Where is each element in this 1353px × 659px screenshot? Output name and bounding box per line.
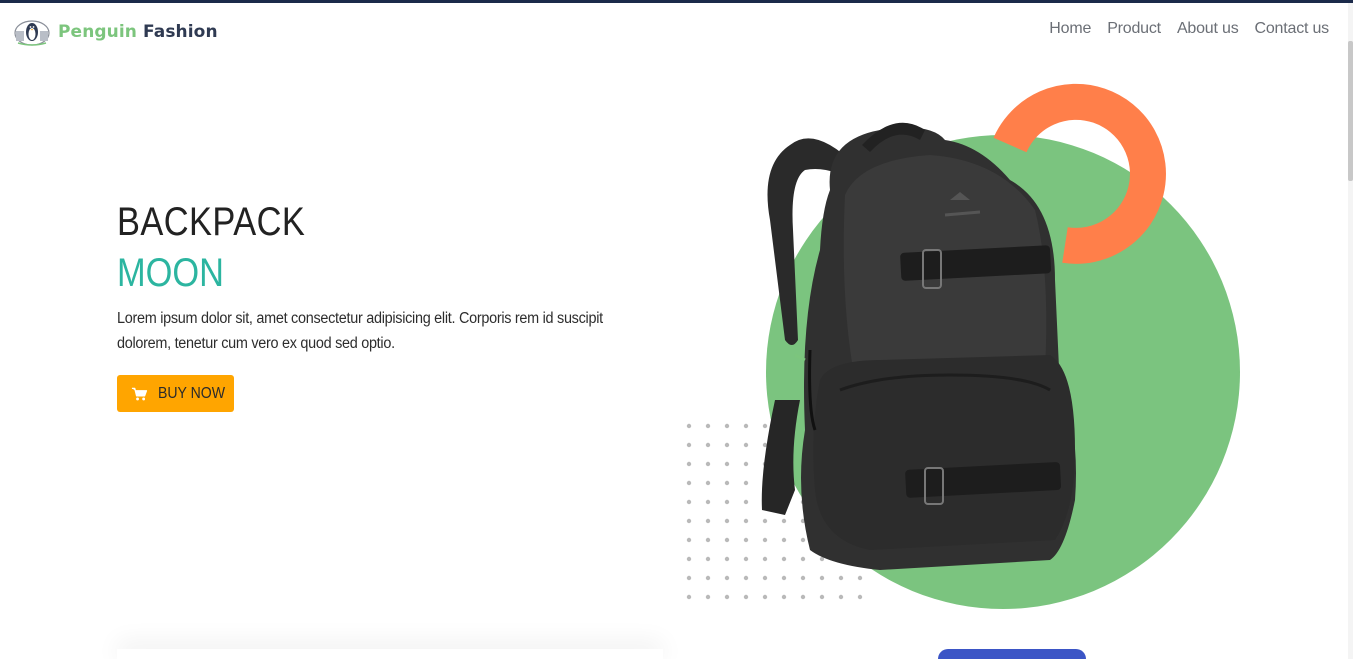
brand-name: Penguin Fashion: [58, 22, 218, 42]
buy-now-button[interactable]: BUY NOW: [117, 375, 234, 412]
dot: [686, 537, 692, 543]
dot: [781, 537, 787, 543]
nav-link-about-us[interactable]: About us: [1177, 20, 1239, 38]
hero-subtitle: MOON: [117, 251, 225, 295]
dot: [724, 499, 730, 505]
dot: [724, 480, 730, 486]
dot: [762, 537, 768, 543]
dot: [743, 518, 749, 524]
dot: [705, 461, 711, 467]
dot: [705, 499, 711, 505]
brand-name-part1: Penguin: [58, 22, 137, 42]
nav-link-contact-us[interactable]: Contact us: [1255, 20, 1330, 38]
brand[interactable]: Penguin Fashion: [12, 17, 218, 47]
dot: [705, 575, 711, 581]
dot: [686, 499, 692, 505]
bottom-card: [117, 649, 663, 659]
dot: [743, 537, 749, 543]
dot: [724, 537, 730, 543]
dot: [800, 537, 806, 543]
hero-description: Lorem ipsum dolor sit, amet consectetur …: [117, 310, 603, 352]
dot: [857, 575, 863, 581]
dot: [762, 556, 768, 562]
dot: [724, 594, 730, 600]
cart-icon: [131, 387, 148, 400]
dot: [686, 423, 692, 429]
dot: [819, 594, 825, 600]
penguin-logo-icon: [14, 20, 50, 46]
dot: [819, 575, 825, 581]
dot: [762, 594, 768, 600]
dot: [724, 461, 730, 467]
dot: [705, 518, 711, 524]
dot: [686, 594, 692, 600]
hero-title: BACKPACK: [117, 200, 306, 244]
dot: [705, 442, 711, 448]
brand-name-part2: Fashion: [143, 22, 218, 42]
nav-link-product[interactable]: Product: [1107, 20, 1161, 38]
navbar: Penguin Fashion Home Product About us Co…: [0, 3, 1353, 59]
buy-now-label: BUY NOW: [157, 384, 225, 402]
dot: [743, 575, 749, 581]
dot: [743, 499, 749, 505]
dot: [724, 556, 730, 562]
dot: [781, 594, 787, 600]
dot: [705, 480, 711, 486]
dot: [705, 594, 711, 600]
dot: [838, 575, 844, 581]
dot: [724, 423, 730, 429]
hero-artwork: [686, 83, 1240, 609]
dot: [724, 442, 730, 448]
dot: [743, 461, 749, 467]
dot: [762, 575, 768, 581]
dot: [724, 518, 730, 524]
dot: [743, 480, 749, 486]
dot: [838, 594, 844, 600]
dot: [800, 556, 806, 562]
dot: [800, 594, 806, 600]
scrollbar-thumb[interactable]: [1348, 41, 1353, 181]
dot: [781, 518, 787, 524]
dot: [686, 575, 692, 581]
hero-text: BACKPACK MOON Lorem ipsum dolor sit, ame…: [117, 200, 647, 412]
dot: [705, 423, 711, 429]
dot: [743, 442, 749, 448]
dot: [857, 594, 863, 600]
page-scrollbar[interactable]: [1348, 3, 1353, 659]
dot: [781, 575, 787, 581]
dot: [743, 594, 749, 600]
dot: [686, 461, 692, 467]
nav-link-home[interactable]: Home: [1049, 20, 1091, 38]
dot: [724, 575, 730, 581]
dot: [705, 537, 711, 543]
dot: [705, 556, 711, 562]
dot: [686, 480, 692, 486]
dot: [743, 423, 749, 429]
dot: [762, 423, 768, 429]
dot: [781, 556, 787, 562]
dot: [686, 518, 692, 524]
nav-links: Home Product About us Contact us: [1049, 20, 1329, 38]
dot: [686, 442, 692, 448]
dot: [743, 556, 749, 562]
dot: [686, 556, 692, 562]
bottom-blue-block: [938, 649, 1086, 659]
dot: [762, 518, 768, 524]
dot: [800, 575, 806, 581]
